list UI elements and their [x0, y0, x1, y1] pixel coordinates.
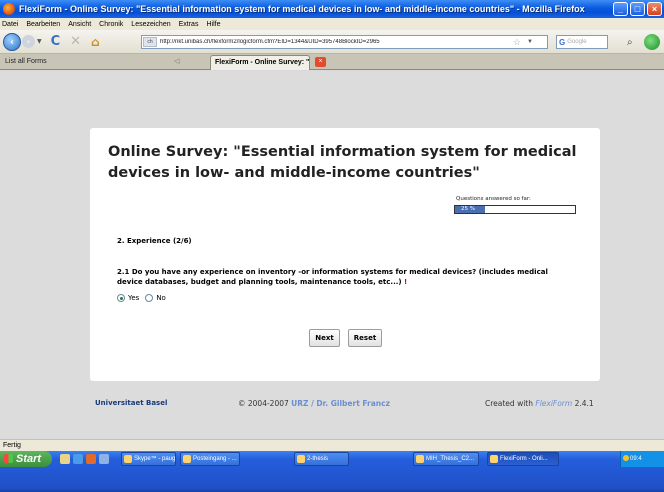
- firefox-icon: [3, 3, 15, 15]
- radio-no-label[interactable]: No: [156, 294, 166, 302]
- progress-value: 25 %: [461, 206, 475, 212]
- site-identity-icon[interactable]: ch: [143, 37, 157, 47]
- back-button[interactable]: ‹: [3, 32, 21, 51]
- clock: 09:4: [630, 456, 642, 462]
- menu-bar: Datei Bearbeiten Ansicht Chronik Lesezei…: [0, 18, 664, 30]
- menu-item-chronik[interactable]: Chronik: [99, 21, 123, 28]
- radio-yes-label[interactable]: Yes: [128, 294, 139, 302]
- task-mih-thesis[interactable]: MIH_Thesis_C2...: [413, 452, 479, 466]
- close-window-button[interactable]: ×: [647, 2, 662, 16]
- task-flexiform[interactable]: FlexiForm - Onli...: [487, 452, 559, 466]
- question-label: 2.1 Do you have any experience on invent…: [117, 268, 548, 286]
- quicklaunch-desktop-icon[interactable]: [99, 454, 109, 464]
- page-title: Online Survey: "Essential information sy…: [108, 144, 577, 181]
- search-icon[interactable]: ⌕: [627, 37, 633, 48]
- reset-button[interactable]: Reset: [348, 329, 382, 347]
- copyright-link[interactable]: URZ / Dr. Gilbert Francz: [291, 399, 390, 408]
- quicklaunch-firefox-icon[interactable]: [86, 454, 96, 464]
- question-text: 2.1 Do you have any experience on invent…: [117, 267, 557, 287]
- progress-fill: 25 %: [455, 206, 485, 213]
- menu-item-ansicht[interactable]: Ansicht: [68, 21, 91, 28]
- footer-university: Universitaet Basel: [95, 399, 168, 407]
- minimize-button[interactable]: _: [613, 2, 628, 16]
- progress-bar: 25 %: [454, 205, 576, 214]
- menu-item-bearbeiten[interactable]: Bearbeiten: [26, 21, 60, 28]
- radio-no[interactable]: [145, 294, 154, 302]
- tab-bar: List all Forms ◁ FlexiForm - Online Surv…: [0, 54, 664, 70]
- tab-flexiform-survey[interactable]: FlexiForm - Online Survey: "Esse...: [210, 55, 310, 70]
- system-tray: 09:4: [620, 451, 664, 467]
- reload-icon[interactable]: C: [51, 34, 61, 49]
- menu-item-hilfe[interactable]: Hilfe: [206, 21, 220, 28]
- url-dropdown-icon[interactable]: ▼: [527, 39, 533, 45]
- bookmark-star-icon[interactable]: ☆: [513, 37, 521, 48]
- tray-icon[interactable]: [623, 455, 629, 462]
- page-content: Online Survey: "Essential information sy…: [0, 71, 664, 439]
- tab-scroll-icon[interactable]: ◁: [174, 57, 186, 68]
- window-titlebar: FlexiForm - Online Survey: "Essential in…: [0, 0, 664, 18]
- survey-card: Online Survey: "Essential information sy…: [90, 128, 600, 381]
- url-text[interactable]: http://nkt.unibas.ch/flexform2/logicform…: [160, 39, 380, 45]
- search-box[interactable]: G Google: [556, 35, 608, 49]
- menu-item-lesezeichen[interactable]: Lesezeichen: [131, 21, 170, 28]
- answer-options: Yes No: [117, 294, 172, 302]
- footer-created-with: Created with FlexiForm 2.4.1: [485, 399, 594, 408]
- taskbar: Start Skype™ - paug... Posteingang - ...…: [0, 451, 664, 492]
- close-tab-icon[interactable]: ×: [315, 57, 326, 67]
- extension-icon[interactable]: [644, 34, 660, 50]
- task-posteingang[interactable]: Posteingang - ...: [180, 452, 240, 466]
- copyright-text: © 2004-2007: [238, 399, 289, 408]
- progress-label: Questions answered so far:: [456, 196, 531, 202]
- tab-list-all-forms[interactable]: List all Forms: [2, 56, 96, 69]
- quicklaunch-ie-icon[interactable]: [73, 454, 83, 464]
- home-icon[interactable]: ⌂: [91, 35, 100, 49]
- url-bar[interactable]: ch http://nkt.unibas.ch/flexform2/logicf…: [141, 35, 548, 49]
- task-thesis[interactable]: 2-thesis: [294, 452, 349, 466]
- stop-icon[interactable]: ✕: [70, 34, 81, 49]
- quicklaunch-explorer-icon[interactable]: [60, 454, 70, 464]
- search-engine-icon[interactable]: G: [559, 38, 565, 47]
- maximize-button[interactable]: □: [630, 2, 645, 16]
- forward-button[interactable]: ›: [22, 35, 35, 48]
- search-placeholder: Google: [567, 39, 587, 45]
- task-skype[interactable]: Skype™ - paug...: [121, 452, 176, 466]
- menu-item-extras[interactable]: Extras: [179, 21, 199, 28]
- required-icon: !: [404, 278, 408, 286]
- history-dropdown-icon[interactable]: ▼: [37, 38, 42, 45]
- next-button[interactable]: Next: [309, 329, 340, 347]
- radio-yes[interactable]: [117, 294, 125, 302]
- created-text: Created with: [485, 399, 533, 408]
- menu-item-datei[interactable]: Datei: [2, 21, 18, 28]
- window-title: FlexiForm - Online Survey: "Essential in…: [19, 4, 585, 14]
- footer-copyright: © 2004-2007 URZ / Dr. Gilbert Francz: [238, 399, 390, 408]
- navigation-toolbar: ‹ › ▼ C ✕ ⌂ ch http://nkt.unibas.ch/flex…: [0, 30, 664, 54]
- version-text: 2.4.1: [574, 399, 594, 408]
- section-heading: 2. Experience (2/6): [117, 237, 192, 245]
- flexiform-link[interactable]: FlexiForm: [535, 399, 572, 408]
- start-button[interactable]: Start: [0, 451, 52, 467]
- status-bar: Fertig: [0, 439, 664, 451]
